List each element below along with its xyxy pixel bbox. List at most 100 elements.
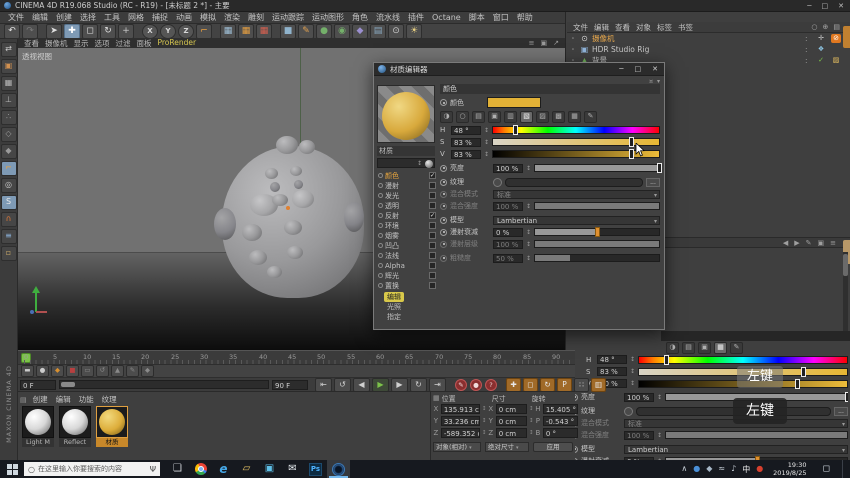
param-dropdown[interactable]: Lambertian [493,216,660,225]
slider-handle[interactable] [629,149,634,159]
visibility-dots[interactable]: : [805,34,813,43]
param-slider[interactable] [534,254,660,262]
c4d-taskbar-icon[interactable] [327,460,350,478]
tray-expand-icon[interactable]: ∧ [681,464,687,475]
timeline-ruler[interactable]: 051015202530354045505560657075808590 [18,350,575,364]
pane-menu-icon[interactable]: ≡ [529,39,535,47]
spectrum-icon[interactable]: ▤ [682,342,695,354]
channel-checkbox[interactable]: ✓ [429,242,436,249]
channel-label[interactable]: 辉光 [385,271,427,281]
menu-item[interactable]: 工具 [100,12,124,23]
menu-item[interactable]: 渲染 [220,12,244,23]
diffuse-level-row[interactable]: 漫射层级 100 % ↕ [440,239,660,249]
render-to-picture-viewer-icon[interactable]: ▦ [238,24,254,39]
viewport-menu-item[interactable]: 查看 [21,38,42,49]
mic-icon[interactable]: Ψ [150,465,156,474]
apply-button[interactable]: 应用 [533,442,573,452]
volume-icon[interactable]: ♪ [731,464,736,475]
object-tag[interactable]: ❖ [816,45,826,54]
object-manager-menu-item[interactable]: 书签 [675,22,696,33]
menu-item[interactable]: 捕捉 [148,12,172,23]
points-mode-icon[interactable]: ∴ [1,110,17,125]
texture-mode-icon[interactable]: ▦ [1,76,17,91]
show-desktop-button[interactable] [842,460,846,478]
param-dropdown[interactable]: Lambertian [624,445,848,454]
slider-handle[interactable] [664,355,669,365]
dialog-close-button[interactable]: ✕ [652,65,658,73]
render-view-icon[interactable]: ▦ [220,24,236,39]
page-label[interactable]: 指定 [384,312,404,322]
spline-pen-icon[interactable]: ✎ [298,24,314,39]
rotation-field[interactable]: -0.543 ° [543,416,578,426]
brightness-row[interactable]: 亮度 100 % ↕ [440,163,660,173]
frame-slider[interactable] [59,380,269,389]
edit-render-settings-icon[interactable]: ▦ [256,24,272,39]
spinner-icon[interactable]: ↕ [526,165,531,172]
record-scale-toggle[interactable]: ◻ [523,378,538,392]
viewport-solo-icon[interactable]: ◎ [1,178,17,193]
keybar-pen-icon[interactable]: ✎ [126,365,139,377]
param-slider[interactable] [534,202,660,210]
page-assign[interactable]: 指定 [384,312,434,321]
hsv-value[interactable]: 48 ° [597,355,627,364]
defender-icon[interactable]: ◆ [706,464,712,475]
mix-strength-row[interactable]: 混合强度 100 % ↕ [440,201,660,211]
material-thumbnail[interactable] [22,406,54,438]
filter-icon[interactable]: ⊕ [823,23,829,31]
dialog-maximize-button[interactable]: □ [635,65,642,73]
snap-icon[interactable]: S [1,195,17,210]
picture-icon[interactable]: ▣ [488,111,501,123]
goto-start-button[interactable]: ⇤ [315,378,332,392]
channel-label[interactable]: 环境 [385,221,427,231]
position-field[interactable]: -589.352 cm [441,428,480,438]
polygons-mode-icon[interactable]: ◆ [1,144,17,159]
menu-item[interactable]: 选择 [76,12,100,23]
record-rotation-toggle[interactable]: ↻ [540,378,555,392]
page-label[interactable]: 光照 [384,302,404,312]
menu-item[interactable]: 雕刻 [244,12,268,23]
texture-field[interactable] [505,178,643,187]
viewport-menu-item[interactable]: 过滤 [113,38,134,49]
channel-label[interactable]: 凹凸 [385,241,427,251]
texture-row[interactable]: 纹理 ... [440,177,660,187]
rotate-tool-icon[interactable]: ↻ [100,24,116,39]
keybar-selection-icon[interactable]: ■ [66,365,79,377]
menu-item[interactable]: 帮助 [513,12,537,23]
position-field[interactable]: 33.236 cm [441,416,480,426]
scale-tool-icon[interactable]: ◻ [82,24,98,39]
channel-checkbox[interactable]: ✓ [429,262,436,269]
channel-bump[interactable]: 凹凸 ✓ [378,241,436,250]
material-thumbnail[interactable] [59,406,91,438]
size-field[interactable]: 0 cm [496,416,527,426]
dialog-minimize-button[interactable]: ─ [619,65,623,73]
spinner-icon[interactable]: ↕ [482,418,486,424]
slider-handle[interactable] [629,137,634,147]
channel-checkbox[interactable]: ✓ [429,272,436,279]
history-back-icon[interactable]: ◀ [783,239,788,247]
eyedropper-icon[interactable]: ✎ [584,111,597,123]
spinner-icon[interactable]: ↕ [630,356,635,363]
task-view-button[interactable]: ❏ [166,460,189,478]
channel-label[interactable]: 法线 [385,251,427,261]
slider-handle[interactable] [795,379,800,389]
channel-label[interactable]: 透明 [385,201,427,211]
hsv-value[interactable]: 48 ° [451,126,481,135]
coordinate-mode-dropdown[interactable]: 对象(相对) [433,442,481,452]
channel-label[interactable]: 发光 [385,191,427,201]
material-name-field[interactable]: 材质 [377,146,435,156]
color-wheel-icon[interactable]: ◑ [666,342,679,354]
channel-displacement[interactable]: 置换 ✓ [378,281,436,290]
keyframe-selection-button[interactable]: ? [485,379,497,391]
play-backwards-button[interactable]: ↺ [334,378,351,392]
make-editable-icon[interactable]: ⇄ [1,42,17,57]
record-keyframe-button[interactable]: ✎ [455,379,467,391]
slider-handle[interactable] [657,163,662,173]
generators-icon[interactable]: ● [316,24,332,39]
gold-material[interactable]: 材质 [96,406,128,447]
object-manager-menu-item[interactable]: 编辑 [591,22,612,33]
store-icon[interactable]: ▣ [258,460,281,478]
deformers-icon[interactable]: ◆ [352,24,368,39]
menu-item[interactable]: 模拟 [196,12,220,23]
slider-handle[interactable] [513,125,518,135]
param-slider[interactable] [534,240,660,248]
